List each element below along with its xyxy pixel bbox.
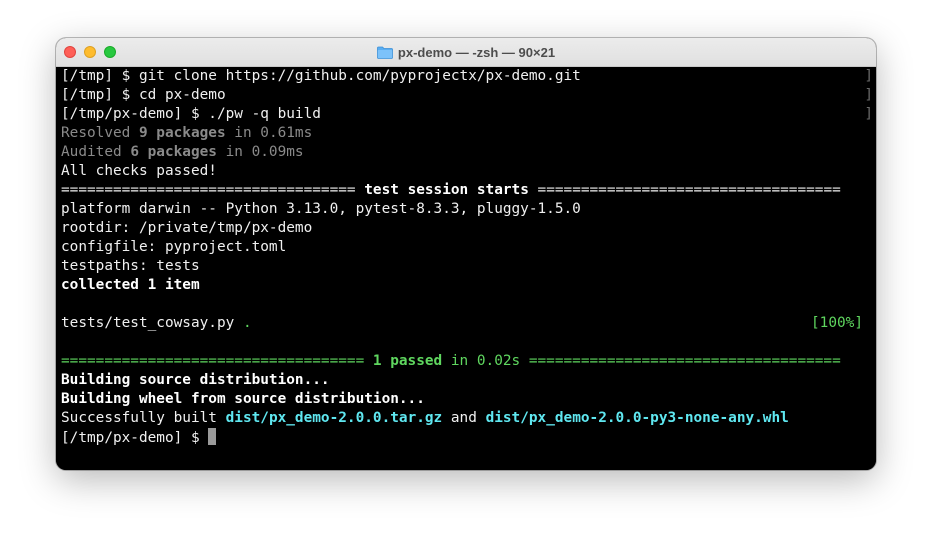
terminal-line-built: Successfully built dist/px_demo-2.0.0.ta… xyxy=(61,409,873,428)
prompt: [/tmp/px-demo] $ xyxy=(61,106,209,122)
built-and: and xyxy=(442,410,486,426)
command-text: git clone https://github.com/pyprojectx/… xyxy=(138,68,581,84)
audited-time: in 0.09ms xyxy=(216,144,304,160)
result-rule-right: ==================================== xyxy=(528,353,841,369)
session-title: test session starts xyxy=(364,182,529,198)
session-rule-right: =================================== xyxy=(528,182,841,198)
built-wheel-path: dist/px_demo-2.0.0-py3-none-any.whl xyxy=(485,410,789,426)
test-dot: . xyxy=(242,315,252,331)
terminal-line-checks: All checks passed! xyxy=(61,163,217,179)
result-rule-left: =================================== xyxy=(61,353,373,369)
terminal-line-configfile: configfile: pyproject.toml xyxy=(61,239,287,255)
built-sdist-path: dist/px_demo-2.0.0.tar.gz xyxy=(225,410,443,426)
resolved-count: 9 packages xyxy=(138,125,226,141)
line-mark: ] xyxy=(864,106,873,122)
terminal-line-build-wheel: Building wheel from source distribution.… xyxy=(61,391,425,407)
session-header: ================================== test … xyxy=(61,181,873,200)
window-title-container: px-demo — -zsh — 90×21 xyxy=(56,38,876,66)
terminal-window: px-demo — -zsh — 90×21 [/tmp] $ git clon… xyxy=(56,38,876,470)
prompt: [/tmp] $ xyxy=(61,68,139,84)
terminal-line-testpaths: testpaths: tests xyxy=(61,258,200,274)
terminal-output[interactable]: [/tmp] $ git clone https://github.com/py… xyxy=(56,67,876,470)
terminal-line: [/tmp/px-demo] $ ./pw -q build] xyxy=(61,105,873,124)
terminal-line-build-src: Building source distribution... xyxy=(61,372,330,388)
terminal-line-platform: platform darwin -- Python 3.13.0, pytest… xyxy=(61,201,581,217)
result-time: in 0.02s xyxy=(442,353,529,369)
test-file: tests/test_cowsay.py xyxy=(61,315,243,331)
terminal-line-prompt[interactable]: [/tmp/px-demo] $ xyxy=(61,428,873,447)
terminal-line-resolved: Resolved 9 packages in 0.61ms xyxy=(61,124,873,143)
line-mark: ] xyxy=(864,68,873,84)
resolved-label: Resolved xyxy=(61,125,139,141)
test-result-line: tests/test_cowsay.py . [100%] xyxy=(61,314,873,333)
terminal-line-audited: Audited 6 packages in 0.09ms xyxy=(61,143,873,162)
prompt: [/tmp/px-demo] $ xyxy=(61,430,209,446)
folder-icon xyxy=(377,46,393,59)
title-bar[interactable]: px-demo — -zsh — 90×21 xyxy=(56,38,876,67)
command-text: cd px-demo xyxy=(138,87,226,103)
resolved-time: in 0.61ms xyxy=(225,125,313,141)
terminal-line: [/tmp] $ cd px-demo] xyxy=(61,86,873,105)
terminal-line-rootdir: rootdir: /private/tmp/px-demo xyxy=(61,220,313,236)
audited-label: Audited xyxy=(61,144,131,160)
window-title: px-demo — -zsh — 90×21 xyxy=(397,44,556,60)
result-summary: =================================== 1 pa… xyxy=(61,352,873,371)
line-mark: ] xyxy=(864,87,873,103)
command-text: ./pw -q build xyxy=(208,106,321,122)
result-passed: 1 passed xyxy=(372,353,443,369)
text-cursor xyxy=(208,428,217,445)
prompt: [/tmp] $ xyxy=(61,87,139,103)
test-progress: [100%] xyxy=(811,315,863,331)
built-label: Successfully built xyxy=(61,410,226,426)
terminal-line-collected: collected 1 item xyxy=(61,277,200,293)
terminal-line: [/tmp] $ git clone https://github.com/py… xyxy=(61,67,873,86)
session-rule-left: ================================== xyxy=(61,182,365,198)
audited-count: 6 packages xyxy=(130,144,217,160)
